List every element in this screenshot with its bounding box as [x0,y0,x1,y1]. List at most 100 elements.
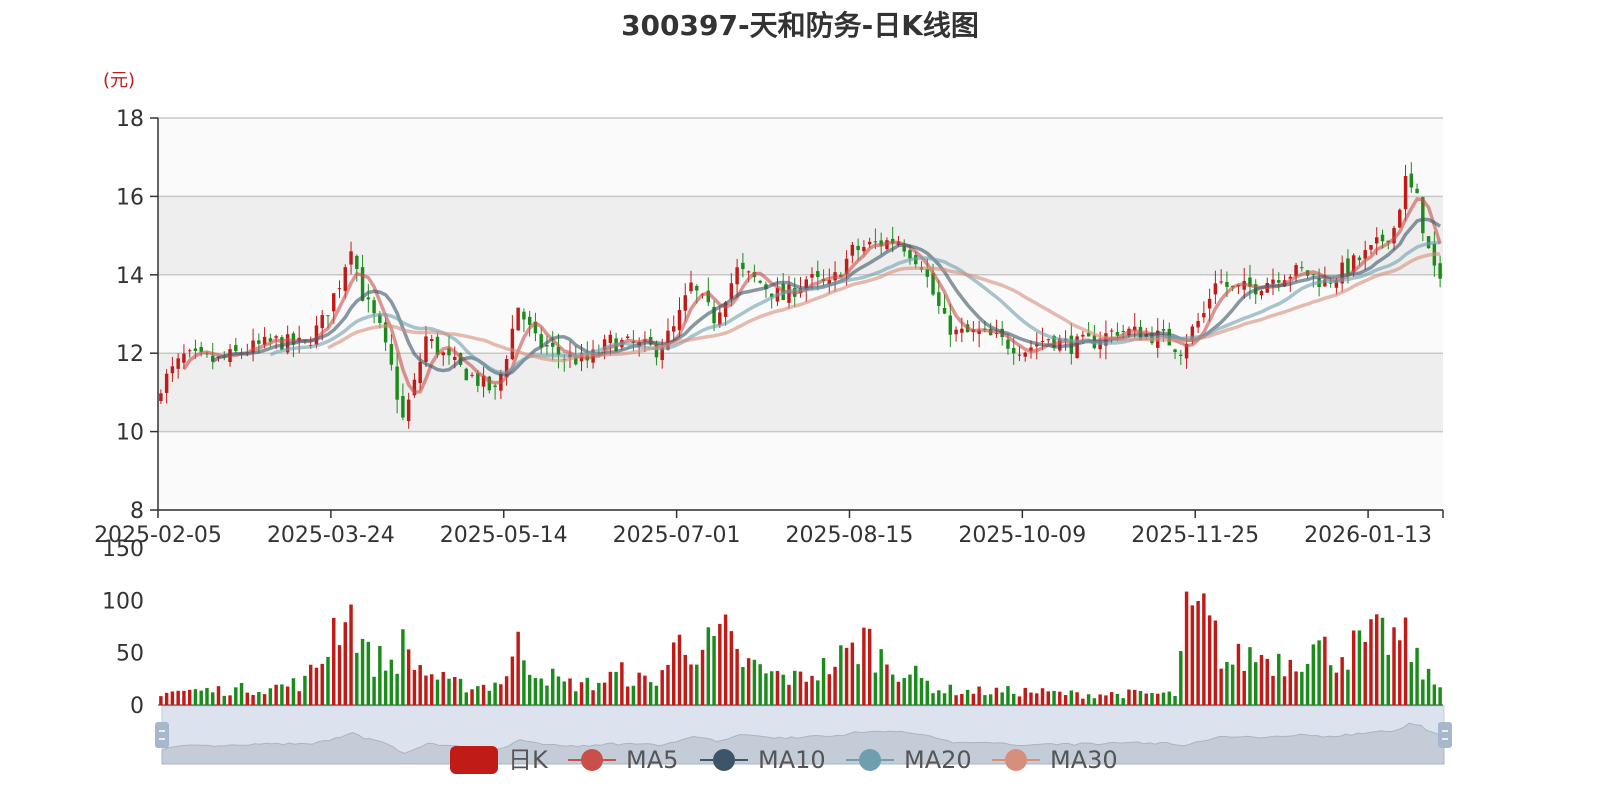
candle-body [1202,313,1206,318]
volume-bar [839,645,843,705]
volume-bar [1271,675,1275,705]
volume-bar [297,691,301,705]
candle-body [735,267,739,285]
volume-bar [1403,617,1408,705]
candle-body [810,274,814,278]
candle-body [1271,279,1275,284]
volume-bar [1196,600,1200,705]
volume-bar [418,665,422,705]
volume-bar [1132,689,1137,705]
volume-bar [562,681,566,705]
candle-body [1011,348,1016,354]
volume-bar [1340,657,1344,705]
candle-body [1259,290,1264,296]
candle-body [689,282,693,292]
volume-bar [1184,591,1189,705]
candle-body [366,297,371,300]
volume-bar [1167,691,1172,705]
volume-bar [493,682,497,705]
volume-bar [539,678,543,705]
volume-bar [729,631,734,705]
volume-bar [695,664,699,705]
candle-body [1213,283,1218,295]
volume-bar [700,649,705,705]
volume-bar [303,675,307,705]
volume-bar [1063,695,1068,705]
candle-body [470,374,474,376]
candle-body [850,244,855,256]
legend-label-ma10: MA10 [758,746,826,774]
volume-bar [1081,698,1085,705]
candle-body [418,361,422,384]
volume-bar [435,679,440,705]
candle-body [193,348,198,351]
volume-bar [234,687,238,705]
volume-bar [550,668,555,705]
volume-bar [1294,671,1298,705]
volume-bar [1098,694,1102,705]
volume-bar [654,685,659,705]
volume-bar [568,678,572,705]
volume-bar [159,696,163,705]
volume-bar [516,631,520,705]
candle-body [182,353,186,363]
volume-bar [1242,670,1246,705]
volume-bar [1075,692,1079,705]
candle-body [1277,280,1281,283]
volume-bar [856,664,860,705]
zoom-handle-left[interactable] [155,722,169,748]
volume-bar [1300,671,1304,705]
volume-bar [257,691,261,705]
volume-bar [1363,641,1367,705]
legend-dot-ma20 [859,749,881,771]
volume-bar [164,692,169,705]
legend-dot-ma10 [713,749,735,771]
volume-bar [222,695,226,705]
volume-bar [1305,664,1310,705]
price-y-tick-label: 10 [116,421,144,446]
candle-body [1438,263,1442,279]
candle-body [741,262,745,270]
volume-bar [988,694,993,705]
volume-bar [867,628,872,705]
candle-body [332,293,336,312]
volume-bar [1069,690,1074,705]
volume-bar [1040,688,1045,705]
candle-body [1179,354,1183,356]
volume-bar [412,669,417,705]
volume-bar [176,690,180,705]
volume-bar [487,690,492,705]
volume-bar [527,674,532,705]
volume-bar [746,658,751,705]
zoom-handle-right[interactable] [1438,722,1452,748]
volume-bar [960,693,964,705]
volume-bar [631,685,636,705]
volume-bar [193,689,198,705]
volume-bar [245,692,250,705]
candle-body [343,267,348,291]
volume-bar [1438,687,1442,705]
candle-body [257,340,261,344]
y-unit-label: (元) [103,70,135,91]
candle-body [1311,274,1316,276]
candle-body [1375,237,1379,244]
volume-bar [314,667,319,705]
candle-body [389,344,394,365]
volume-bar [401,629,405,705]
volume-bar [1375,614,1379,705]
candle-body [960,328,964,333]
volume-bar [827,674,832,705]
volume-bar [1173,696,1177,705]
candle-body [527,316,532,325]
volume-bar [902,678,906,705]
price-plot-background [158,118,1443,510]
volume-bar [308,664,313,705]
volume-bar [942,693,947,705]
legend-swatch-dayk [450,746,498,774]
volume-bar [1357,630,1362,705]
volume-bar [510,656,515,705]
volume-bar [1011,693,1016,705]
candle-body [1109,330,1114,332]
volume-bar [458,678,463,705]
volume-bar [1127,689,1131,705]
